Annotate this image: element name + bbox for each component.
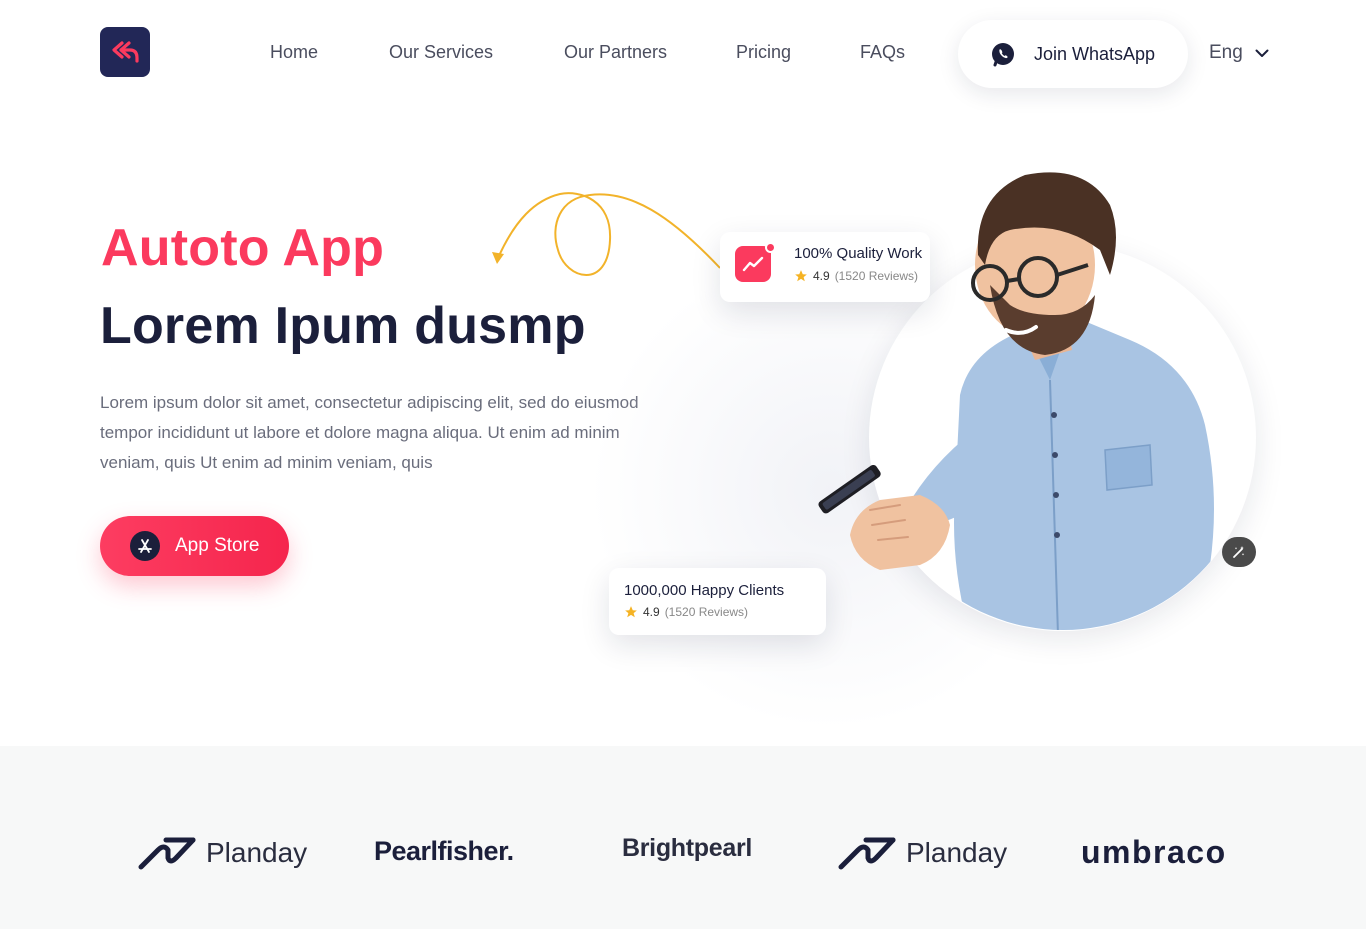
join-whatsapp-button[interactable]: Join WhatsApp	[958, 20, 1188, 88]
star-icon	[795, 270, 807, 282]
partner-name: Planday	[906, 837, 1008, 868]
nav-link-our-services[interactable]: Our Services	[389, 42, 493, 63]
quality-card-rating: 4.9 (1520 Reviews)	[794, 269, 918, 283]
partner-logo-planday: Planday	[138, 836, 307, 870]
notification-dot	[765, 242, 776, 253]
double-reply-arrow-icon	[112, 41, 139, 63]
clients-card-title: 1000,000 Happy Clients	[624, 582, 785, 599]
happy-clients-card: 1000,000 Happy Clients 4.9 (1520 Reviews…	[609, 568, 826, 635]
partner-logo-planday: Planday	[838, 836, 1007, 870]
clients-rating-value: 4.9	[643, 605, 660, 619]
hero-title: Lorem Ipum dusmp	[100, 297, 586, 355]
planday-mark-icon	[838, 837, 896, 870]
magic-wand-button[interactable]	[1222, 537, 1256, 567]
nav-link-our-partners[interactable]: Our Partners	[564, 42, 667, 63]
whatsapp-button-label: Join WhatsApp	[1034, 43, 1156, 64]
trending-up-icon	[735, 246, 771, 282]
whatsapp-icon	[992, 43, 1014, 67]
clients-card-rating: 4.9 (1520 Reviews)	[624, 605, 748, 619]
quality-rating-value: 4.9	[813, 269, 830, 283]
app-store-icon	[130, 531, 160, 561]
star-icon	[625, 606, 637, 618]
chevron-down-icon	[1255, 49, 1269, 57]
quality-work-card: 100% Quality Work 4.9 (1520 Reviews)	[720, 232, 930, 302]
language-selector[interactable]: Eng	[1209, 42, 1269, 64]
partner-logo-pearlfisher: Pearlfisher.	[374, 836, 514, 866]
nav-link-pricing[interactable]: Pricing	[736, 42, 791, 63]
quality-review-count: (1520 Reviews)	[834, 269, 919, 283]
nav-link-faqs[interactable]: FAQs	[860, 42, 905, 63]
nav-link-home[interactable]: Home	[270, 42, 318, 63]
partner-logo-brightpearl: Brightpearl	[622, 834, 753, 862]
partner-logo-umbraco: umbraco	[1081, 834, 1227, 870]
language-label: Eng	[1209, 42, 1243, 63]
app-store-button[interactable]: App Store	[100, 516, 289, 576]
partner-name: Planday	[206, 837, 308, 868]
clients-review-count: (1520 Reviews)	[664, 605, 749, 619]
hero-kicker: Autoto App	[101, 219, 385, 277]
app-store-label: App Store	[175, 535, 260, 556]
quality-card-title: 100% Quality Work	[794, 245, 923, 262]
planday-mark-icon	[138, 837, 196, 870]
brand-logo[interactable]	[100, 27, 150, 77]
magic-wand-icon	[1233, 546, 1245, 558]
